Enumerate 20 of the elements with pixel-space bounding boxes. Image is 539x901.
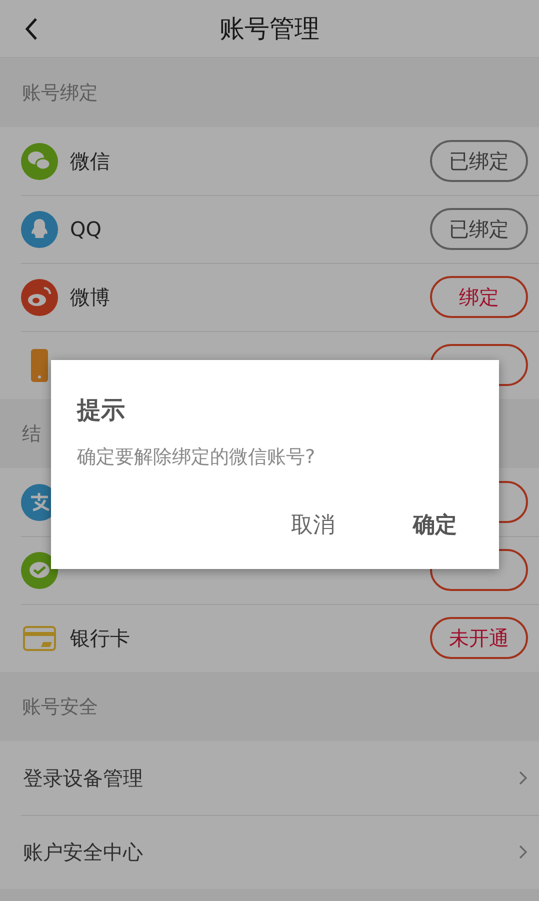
chevron-right-icon	[518, 770, 528, 786]
chevron-right-icon	[518, 844, 528, 860]
menu-item[interactable]: 账户安全中心	[0, 815, 539, 889]
eye-icon	[21, 278, 58, 316]
page-title: 账号管理	[220, 13, 320, 45]
bind-button[interactable]: 已绑定	[430, 208, 528, 250]
account-name: 微信	[70, 148, 110, 172]
menu-item[interactable]: 登录设备管理	[0, 741, 539, 815]
confirm-button[interactable]: 确定	[413, 510, 457, 540]
account-name: QQ	[70, 217, 102, 241]
account-name: 微博	[70, 284, 110, 308]
chat-bubbles-icon	[21, 142, 58, 180]
bind-button[interactable]: 未开通	[430, 617, 528, 659]
account-name: 银行卡	[70, 626, 130, 650]
penguin-icon	[21, 210, 58, 248]
bind-button[interactable]: 绑定	[430, 276, 528, 318]
cancel-button[interactable]: 取消	[291, 510, 335, 540]
dialog-message: 确定要解除绑定的微信账号?	[77, 445, 316, 470]
back-icon[interactable]	[24, 16, 38, 40]
bind-button[interactable]: 已绑定	[430, 140, 528, 182]
